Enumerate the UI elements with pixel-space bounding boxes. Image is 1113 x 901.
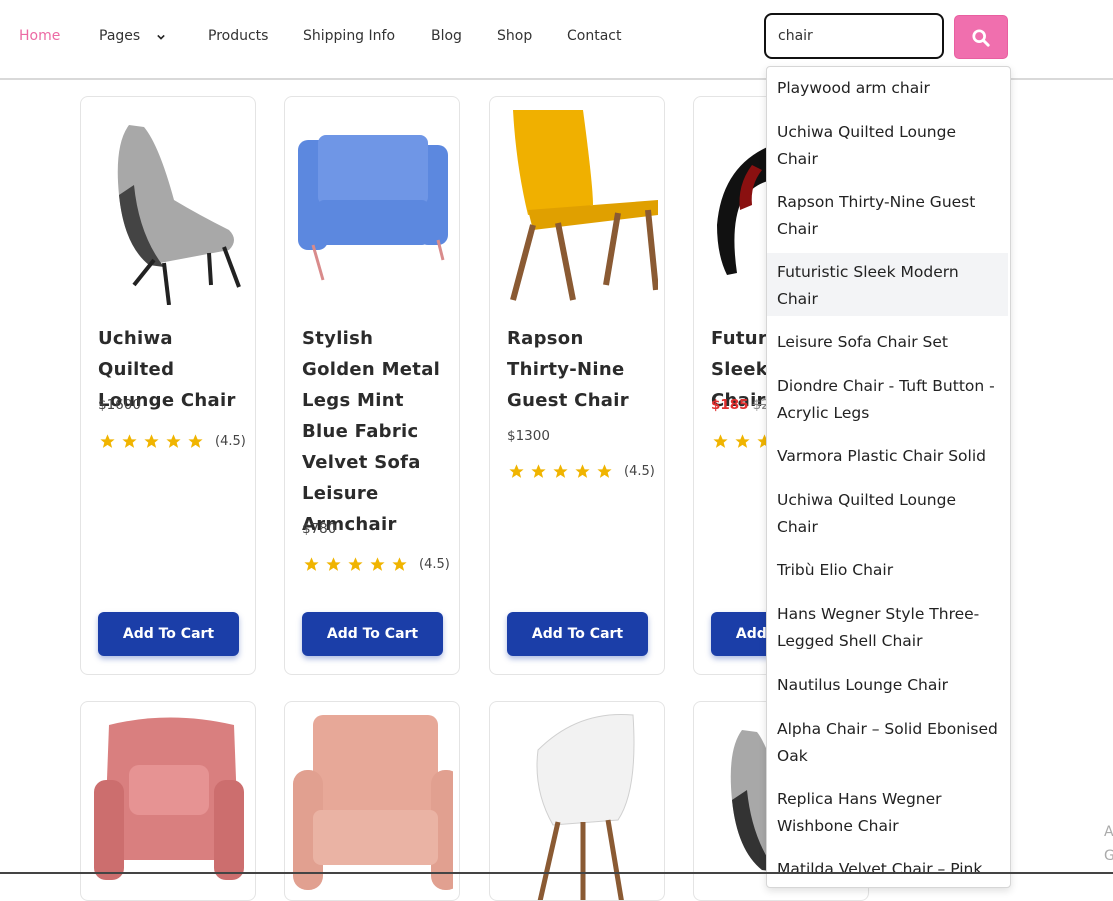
- suggestion-item[interactable]: Hans Wegner Style Three-Legged Shell Cha…: [767, 601, 1008, 655]
- product-card[interactable]: Uchiwa Quilted Lounge Chair $1600 (4.5) …: [80, 96, 256, 675]
- product-image-lounge-chair: [117, 125, 241, 305]
- product-card[interactable]: [80, 701, 256, 901]
- star-icon: [531, 464, 546, 478]
- star-icon: [597, 464, 612, 478]
- nav-shop[interactable]: Shop: [497, 28, 532, 44]
- star-icon: [188, 434, 203, 448]
- suggestion-item[interactable]: Diondre Chair - Tuft Button - Acrylic Le…: [767, 373, 1008, 427]
- star-icon: [122, 434, 137, 448]
- suggestion-item-highlighted[interactable]: Futuristic Sleek Modern Chair: [767, 253, 1008, 316]
- product-title[interactable]: Rapson Thirty-Nine Guest Chair: [507, 323, 657, 416]
- product-price: $1600: [98, 397, 141, 413]
- edge-text: A: [1104, 824, 1113, 840]
- search-suggestions-dropdown: Playwood arm chair Uchiwa Quilted Lounge…: [766, 66, 1011, 888]
- add-to-cart-button[interactable]: Add To Cart: [302, 612, 443, 656]
- rating-value: (4.5): [624, 464, 655, 479]
- suggestion-item[interactable]: Varmora Plastic Chair Solid: [767, 443, 1008, 470]
- add-to-cart-button[interactable]: Add To Cart: [98, 612, 239, 656]
- product-image-yellow-chair: [510, 110, 658, 301]
- suggestion-item[interactable]: Uchiwa Quilted Lounge Chair: [767, 487, 1008, 541]
- suggestion-item[interactable]: Uchiwa Quilted Lounge Chair: [767, 119, 1008, 173]
- product-card[interactable]: [284, 701, 460, 901]
- star-icon: [392, 557, 407, 571]
- star-icon: [144, 434, 159, 448]
- nav-home[interactable]: Home: [19, 28, 60, 44]
- nav-pages[interactable]: Pages: [99, 28, 140, 44]
- star-icon: [575, 464, 590, 478]
- star-icon: [348, 557, 363, 571]
- rating-stars: (4.5): [99, 433, 246, 450]
- star-icon: [735, 434, 750, 448]
- product-card[interactable]: [489, 701, 665, 901]
- nav-blog[interactable]: Blog: [431, 28, 462, 44]
- chevron-down-icon[interactable]: [157, 33, 165, 41]
- suggestion-item[interactable]: Leisure Sofa Chair Set: [767, 329, 1008, 356]
- suggestion-item[interactable]: Replica Hans Wegner Wishbone Chair: [767, 786, 1008, 840]
- product-image-blue-armchair: [298, 135, 448, 281]
- sale-price: $185: [711, 397, 749, 413]
- rating-value: (4.5): [419, 557, 450, 572]
- suggestion-item[interactable]: Nautilus Lounge Chair: [767, 672, 1008, 699]
- product-price: $185 $2: [711, 397, 770, 413]
- product-price: $1300: [507, 428, 550, 444]
- edge-text: G: [1104, 848, 1113, 864]
- suggestion-item[interactable]: Matilda Velvet Chair – Pink: [767, 856, 1008, 883]
- suggestion-item[interactable]: Alpha Chair – Solid Ebonised Oak: [767, 716, 1008, 770]
- nav-shipping-info[interactable]: Shipping Info: [303, 28, 395, 44]
- suggestion-item[interactable]: Playwood arm chair: [767, 75, 1008, 102]
- rating-stars: (4.5): [508, 463, 655, 480]
- search-input[interactable]: [764, 13, 944, 59]
- suggestion-item[interactable]: Rapson Thirty-Nine Guest Chair: [767, 189, 1008, 243]
- rating-stars: (4.5): [303, 556, 450, 573]
- search-button[interactable]: [954, 15, 1008, 59]
- star-icon: [100, 434, 115, 448]
- rating-value: (4.5): [215, 434, 246, 449]
- suggestion-item[interactable]: Tribù Elio Chair: [767, 557, 1008, 584]
- product-title[interactable]: Stylish Golden Metal Legs Mint Blue Fabr…: [302, 323, 452, 540]
- search-icon: [972, 29, 990, 47]
- star-icon: [509, 464, 524, 478]
- star-icon: [370, 557, 385, 571]
- star-icon: [166, 434, 181, 448]
- star-icon: [326, 557, 341, 571]
- nav-products[interactable]: Products: [208, 28, 268, 44]
- product-card[interactable]: Rapson Thirty-Nine Guest Chair $1300 (4.…: [489, 96, 665, 675]
- add-to-cart-button[interactable]: Add To Cart: [507, 612, 648, 656]
- star-icon: [553, 464, 568, 478]
- product-price: $780: [302, 521, 337, 537]
- product-card[interactable]: Stylish Golden Metal Legs Mint Blue Fabr…: [284, 96, 460, 675]
- star-icon: [304, 557, 319, 571]
- star-icon: [713, 434, 728, 448]
- nav-contact[interactable]: Contact: [567, 28, 621, 44]
